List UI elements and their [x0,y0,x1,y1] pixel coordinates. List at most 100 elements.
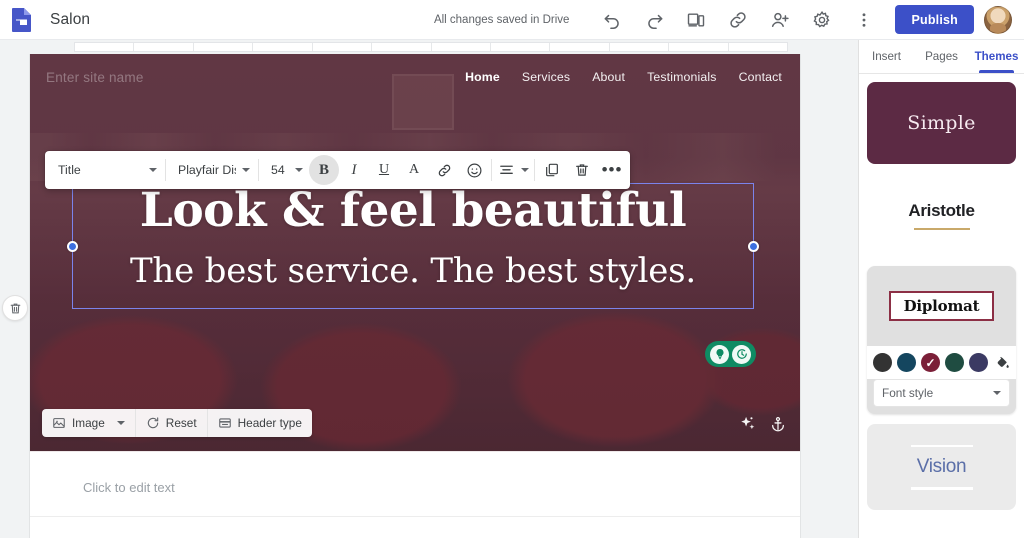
theme-card-vision[interactable]: Vision [867,424,1016,510]
delete-section-icon[interactable] [2,295,28,321]
font-style-dropdown[interactable]: Font style [873,379,1010,407]
theme-name-aristotle: Aristotle [908,200,975,220]
theme-preview-aristotle: Aristotle [867,174,1016,256]
bold-label: B [318,161,329,178]
assist-toggle[interactable] [705,341,756,367]
save-status: All changes saved in Drive [433,13,570,26]
paint-bucket-icon[interactable] [994,353,1010,372]
chevron-down-icon[interactable] [295,168,303,172]
ruler-track [74,42,788,52]
chevron-down-icon[interactable] [116,421,125,425]
redo-icon[interactable] [637,3,671,37]
site-page: Enter site name Home Services About Test… [30,54,800,538]
toolbar-divider [534,159,535,181]
more-format-button[interactable]: ••• [597,155,627,185]
theme-name-diplomat: Diplomat [903,297,980,315]
nav-item-contact[interactable]: Contact [739,70,782,84]
resize-handle-right[interactable] [748,241,759,252]
underline-button[interactable]: U [369,155,399,185]
reset-button[interactable]: Reset [134,409,207,437]
bold-button[interactable]: B [309,155,339,185]
google-sites-editor: Salon All changes saved in Drive Publish… [0,0,1024,538]
avatar[interactable] [984,5,1012,34]
history-icon[interactable] [732,344,751,364]
preview-icon[interactable] [679,3,713,37]
underline-label: U [378,162,390,177]
toolbar-divider [491,159,492,181]
top-app-bar: Salon All changes saved in Drive Publish [0,0,1024,40]
text-color-label: A [408,162,420,177]
check-icon: ✓ [925,355,936,370]
text-placeholder[interactable]: Click to edit text [83,480,175,495]
document-title[interactable]: Salon [50,11,90,29]
right-side-panel: Insert Pages Themes Simple Aristotle Dip… [858,40,1024,538]
hero-banner[interactable]: Enter site name Home Services About Test… [30,54,800,451]
italic-button[interactable]: I [339,155,369,185]
site-header: Enter site name Home Services About Test… [30,54,800,100]
chevron-down-icon[interactable] [242,168,250,172]
site-name-input[interactable]: Enter site name [46,70,144,85]
panel-tabs: Insert Pages Themes [859,40,1024,74]
tab-insert[interactable]: Insert [859,40,914,73]
theme-rule-bottom [910,487,973,490]
google-sites-icon[interactable] [8,6,36,34]
color-swatch-teal-blue[interactable] [897,353,916,372]
image-button[interactable]: Image [42,409,135,437]
themes-list: Simple Aristotle Diplomat ✓ Font style V… [859,74,1024,528]
nav-item-about[interactable]: About [592,70,625,84]
more-dots-icon: ••• [601,159,623,179]
nav-item-home[interactable]: Home [465,70,500,84]
align-button[interactable] [494,155,532,185]
sparkle-icon[interactable] [739,415,756,437]
delete-button[interactable] [567,155,597,185]
settings-gear-icon[interactable] [805,3,839,37]
text-selection-box[interactable] [67,183,759,309]
chevron-down-icon[interactable] [149,168,157,172]
nav-item-services[interactable]: Services [522,70,570,84]
header-type-button[interactable]: Header type [206,409,312,437]
font-family-value: Playfair Disp [178,163,236,177]
hero-right-icons [739,415,786,437]
add-editor-icon[interactable] [763,3,797,37]
anchor-icon[interactable] [770,416,786,437]
theme-name-simple: Simple [907,112,976,134]
theme-name-vision: Vision [916,456,967,477]
paragraph-style-dropdown[interactable]: Title [48,155,163,185]
theme-card-aristotle[interactable]: Aristotle [867,174,1016,256]
color-swatch-maroon-selected[interactable]: ✓ [921,353,940,372]
content-section[interactable]: Click to edit text [30,451,800,538]
more-options-icon[interactable] [847,3,881,37]
theme-accent-rule [913,227,970,230]
theme-name-box: Diplomat [888,291,995,321]
theme-preview-diplomat: Diplomat [867,266,1016,346]
theme-card-diplomat[interactable]: Diplomat ✓ Font style [867,266,1016,414]
tab-themes[interactable]: Themes [969,40,1024,73]
nav-item-testimonials[interactable]: Testimonials [647,70,716,84]
insert-link-button[interactable] [429,155,459,185]
color-swatch-green[interactable] [945,353,964,372]
publish-button[interactable]: Publish [895,5,974,34]
chevron-down-icon[interactable] [520,168,529,172]
reset-button-label: Reset [165,416,197,430]
lightbulb-icon[interactable] [710,344,729,364]
image-button-label: Image [72,416,105,430]
theme-preview-vision: Vision [867,424,1016,510]
font-family-dropdown[interactable]: Playfair Disp [168,155,256,185]
duplicate-button[interactable] [537,155,567,185]
canvas-ruler [0,40,858,54]
emoji-button[interactable] [459,155,489,185]
font-size-dropdown[interactable]: 54 [261,155,309,185]
resize-handle-left[interactable] [67,241,78,252]
tab-pages[interactable]: Pages [914,40,969,73]
paragraph-style-value: Title [58,163,81,177]
color-swatch-purple[interactable] [969,353,988,372]
undo-icon[interactable] [595,3,629,37]
copy-link-icon[interactable] [721,3,755,37]
color-swatch-charcoal[interactable] [873,353,892,372]
chevron-down-icon[interactable] [993,391,1001,395]
text-color-button[interactable]: A [399,155,429,185]
font-style-label: Font style [882,386,934,400]
theme-card-simple[interactable]: Simple [867,82,1016,164]
font-size-value: 54 [271,163,285,177]
section-divider [30,516,800,517]
